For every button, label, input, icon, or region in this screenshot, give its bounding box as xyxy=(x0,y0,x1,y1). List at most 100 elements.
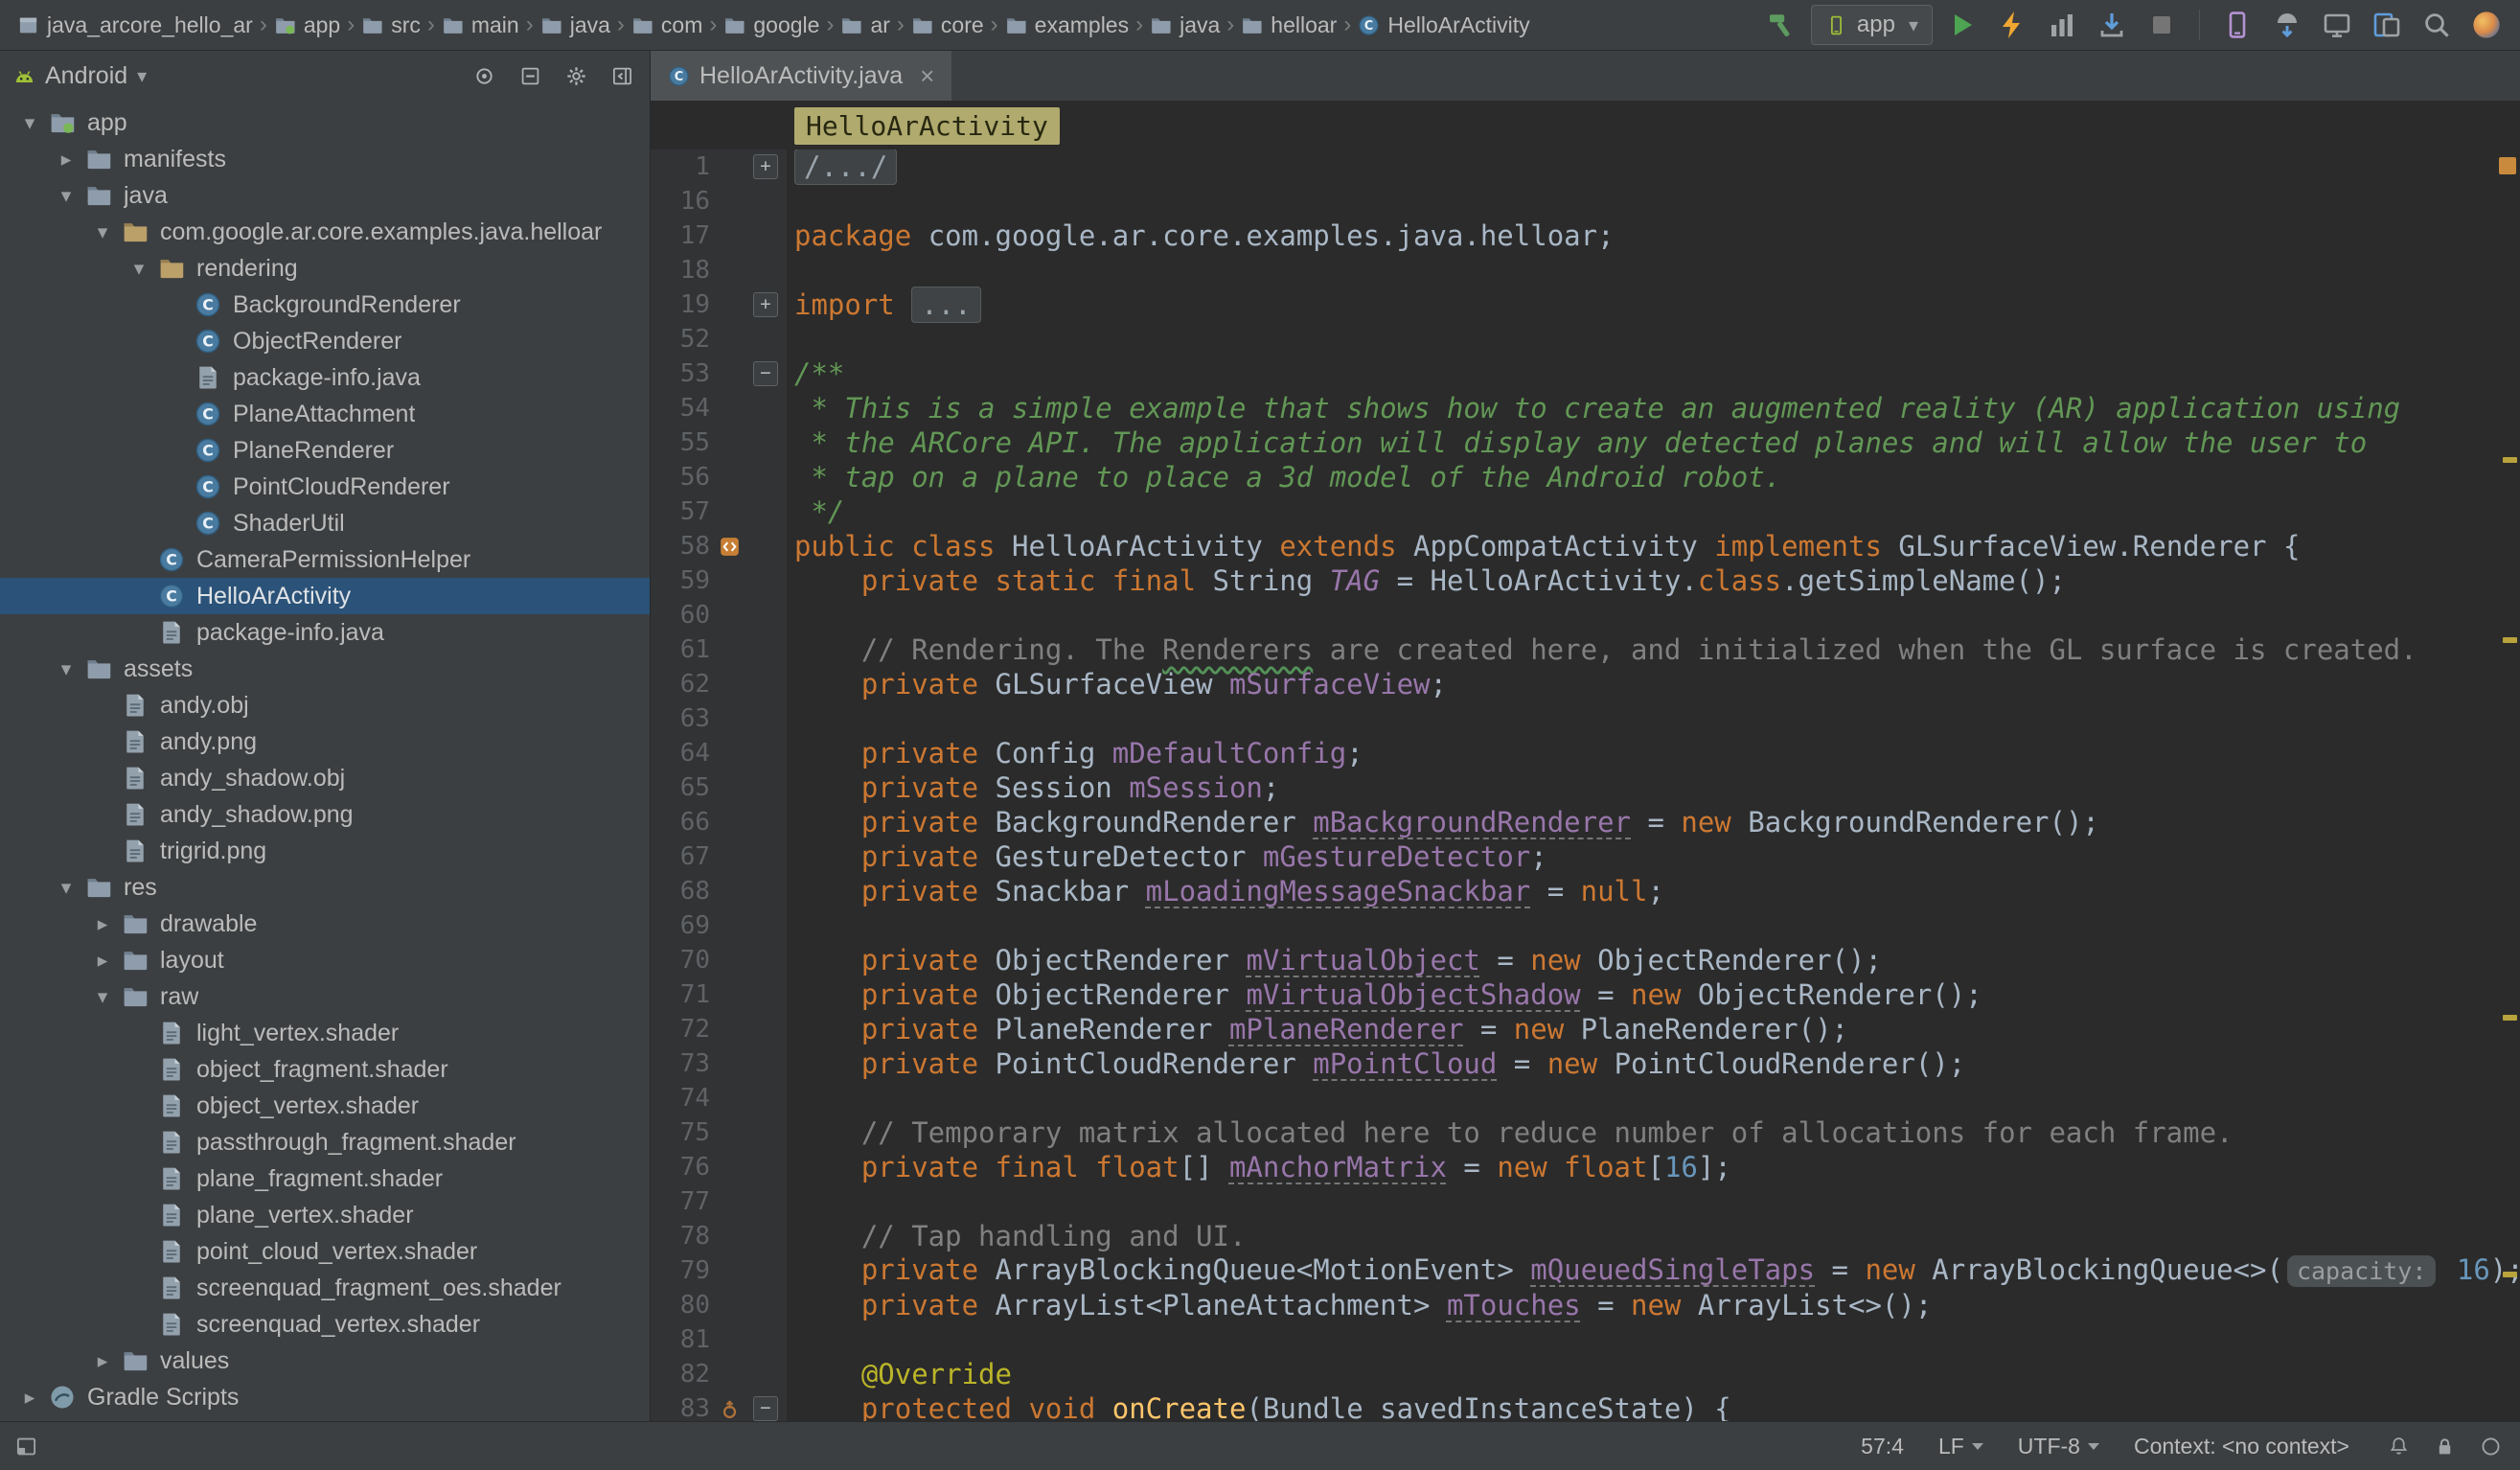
tree-item[interactable]: CHelloArActivity xyxy=(0,578,650,614)
tool-window-toggle-icon[interactable] xyxy=(15,1436,37,1458)
tree-item[interactable]: package-info.java xyxy=(0,614,650,651)
breadcrumb-item[interactable]: java xyxy=(1146,12,1224,38)
expand-fold-icon[interactable]: + xyxy=(753,292,778,317)
tree-item[interactable]: CPlaneAttachment xyxy=(0,396,650,432)
chevron-collapsed-icon[interactable]: ▸ xyxy=(50,148,82,172)
breadcrumb-item[interactable]: ar xyxy=(836,12,893,38)
make-project-button[interactable] xyxy=(1761,5,1801,45)
tree-item[interactable]: plane_fragment.shader xyxy=(0,1160,650,1197)
breadcrumb-item[interactable]: google xyxy=(720,12,823,38)
stripe-warning-mark[interactable] xyxy=(2503,1272,2517,1277)
fold-marker[interactable]: + xyxy=(748,292,783,317)
tree-item[interactable]: ▾com.google.ar.core.examples.java.helloa… xyxy=(0,214,650,250)
related-file-gutter-icon[interactable] xyxy=(710,536,748,558)
overriding-method-gutter-icon[interactable] xyxy=(710,1398,748,1420)
breadcrumb-item[interactable]: examples xyxy=(1001,12,1133,38)
close-tab-icon[interactable]: × xyxy=(920,61,934,91)
avd-manager-button[interactable] xyxy=(2217,5,2257,45)
breadcrumb-item[interactable]: com xyxy=(628,12,706,38)
event-log-button[interactable] xyxy=(2384,1432,2413,1460)
inspections-indicator-button[interactable] xyxy=(2476,1432,2505,1460)
tree-item[interactable]: CPlaneRenderer xyxy=(0,432,650,469)
chevron-collapsed-icon[interactable]: ▸ xyxy=(86,949,119,973)
tree-item[interactable]: point_cloud_vertex.shader xyxy=(0,1233,650,1270)
breadcrumb-item[interactable]: helloar xyxy=(1237,12,1340,38)
tree-item[interactable]: ▸drawable xyxy=(0,906,650,942)
tree-item[interactable]: object_fragment.shader xyxy=(0,1051,650,1088)
breadcrumb-item[interactable]: app xyxy=(270,12,344,38)
tree-item[interactable]: screenquad_fragment_oes.shader xyxy=(0,1270,650,1306)
tree-item[interactable]: ▾assets xyxy=(0,651,650,687)
chevron-expanded-icon[interactable]: ▾ xyxy=(86,220,119,244)
search-everywhere-button[interactable] xyxy=(2417,5,2457,45)
tree-item[interactable]: ▾raw xyxy=(0,978,650,1015)
context-widget[interactable]: Context: <no context> xyxy=(2134,1434,2349,1459)
stop-button[interactable] xyxy=(2142,5,2182,45)
stripe-warning-mark[interactable] xyxy=(2503,637,2517,643)
project-view-selector[interactable]: Android ▾ xyxy=(13,62,147,90)
breadcrumb-item[interactable]: java xyxy=(537,12,614,38)
chevron-expanded-icon[interactable]: ▾ xyxy=(50,876,82,900)
tree-item[interactable]: CPointCloudRenderer xyxy=(0,469,650,505)
tree-item[interactable]: CShaderUtil xyxy=(0,505,650,541)
tree-item[interactable]: ▾java xyxy=(0,177,650,214)
breadcrumb-item[interactable]: src xyxy=(357,12,424,38)
tree-item[interactable]: andy_shadow.obj xyxy=(0,760,650,796)
fold-marker[interactable]: − xyxy=(748,361,783,386)
tree-item[interactable]: ▾app xyxy=(0,104,650,141)
tree-item[interactable]: ▸Gradle Scripts xyxy=(0,1379,650,1415)
profiler-button[interactable] xyxy=(2042,5,2082,45)
tree-item[interactable]: object_vertex.shader xyxy=(0,1088,650,1124)
tree-item[interactable]: ▾rendering xyxy=(0,250,650,287)
editor-tab[interactable]: C HelloArActivity.java × xyxy=(651,51,951,101)
chevron-collapsed-icon[interactable]: ▸ xyxy=(86,1349,119,1373)
code-editor[interactable]: 1+/.../1617package com.google.ar.core.ex… xyxy=(651,149,2520,1421)
chevron-collapsed-icon[interactable]: ▸ xyxy=(13,1386,46,1410)
collapse-all-button[interactable] xyxy=(515,61,544,90)
tree-item[interactable]: ▸layout xyxy=(0,942,650,978)
line-separator-widget[interactable]: LF xyxy=(1938,1434,1983,1459)
tree-item[interactable]: trigrid.png xyxy=(0,833,650,869)
tree-item[interactable]: passthrough_fragment.shader xyxy=(0,1124,650,1160)
tree-item[interactable]: ▸manifests xyxy=(0,141,650,177)
tree-item[interactable]: package-info.java xyxy=(0,359,650,396)
tree-item[interactable]: CObjectRenderer xyxy=(0,323,650,359)
expand-fold-icon[interactable]: + xyxy=(753,154,778,179)
view-settings-button[interactable] xyxy=(561,61,590,90)
device-file-explorer-button[interactable] xyxy=(2367,5,2407,45)
collapse-fold-icon[interactable]: − xyxy=(753,361,778,386)
breadcrumb-item[interactable]: java_arcore_hello_ar xyxy=(13,12,257,38)
readonly-lock-button[interactable] xyxy=(2430,1432,2459,1460)
attach-debugger-button[interactable] xyxy=(2092,5,2132,45)
tree-item[interactable]: andy_shadow.png xyxy=(0,796,650,833)
hide-panel-button[interactable] xyxy=(607,61,636,90)
caret-position-widget[interactable]: 57:4 xyxy=(1861,1434,1904,1459)
tree-item[interactable]: plane_vertex.shader xyxy=(0,1197,650,1233)
chevron-expanded-icon[interactable]: ▾ xyxy=(86,985,119,1009)
device-monitor-button[interactable] xyxy=(2317,5,2357,45)
assistant-button[interactable] xyxy=(2466,5,2507,45)
tree-item[interactable]: ▸values xyxy=(0,1343,650,1379)
encoding-widget[interactable]: UTF-8 xyxy=(2018,1434,2099,1459)
collapse-fold-icon[interactable]: − xyxy=(753,1396,778,1421)
error-stripe[interactable] xyxy=(2499,149,2520,1421)
apply-changes-button[interactable] xyxy=(1992,5,2032,45)
chevron-expanded-icon[interactable]: ▾ xyxy=(123,257,155,281)
sdk-manager-button[interactable] xyxy=(2267,5,2307,45)
breadcrumb-item[interactable]: core xyxy=(907,12,988,38)
tree-item[interactable]: andy.obj xyxy=(0,687,650,724)
breadcrumb-item[interactable]: CHelloArActivity xyxy=(1354,12,1533,38)
tree-item[interactable]: screenquad_vertex.shader xyxy=(0,1306,650,1343)
breadcrumb-item[interactable]: main xyxy=(438,12,523,38)
tree-item[interactable]: CBackgroundRenderer xyxy=(0,287,650,323)
chevron-expanded-icon[interactable]: ▾ xyxy=(50,657,82,681)
locate-file-button[interactable] xyxy=(470,61,498,90)
tree-item[interactable]: light_vertex.shader xyxy=(0,1015,650,1051)
chevron-expanded-icon[interactable]: ▾ xyxy=(50,184,82,208)
run-button[interactable] xyxy=(1942,5,1982,45)
stripe-warning-mark[interactable] xyxy=(2503,457,2517,463)
fold-marker[interactable]: − xyxy=(748,1396,783,1421)
stripe-warning-mark[interactable] xyxy=(2503,1015,2517,1021)
chevron-expanded-icon[interactable]: ▾ xyxy=(13,111,46,135)
run-configuration-select[interactable]: app▾ xyxy=(1811,5,1933,45)
